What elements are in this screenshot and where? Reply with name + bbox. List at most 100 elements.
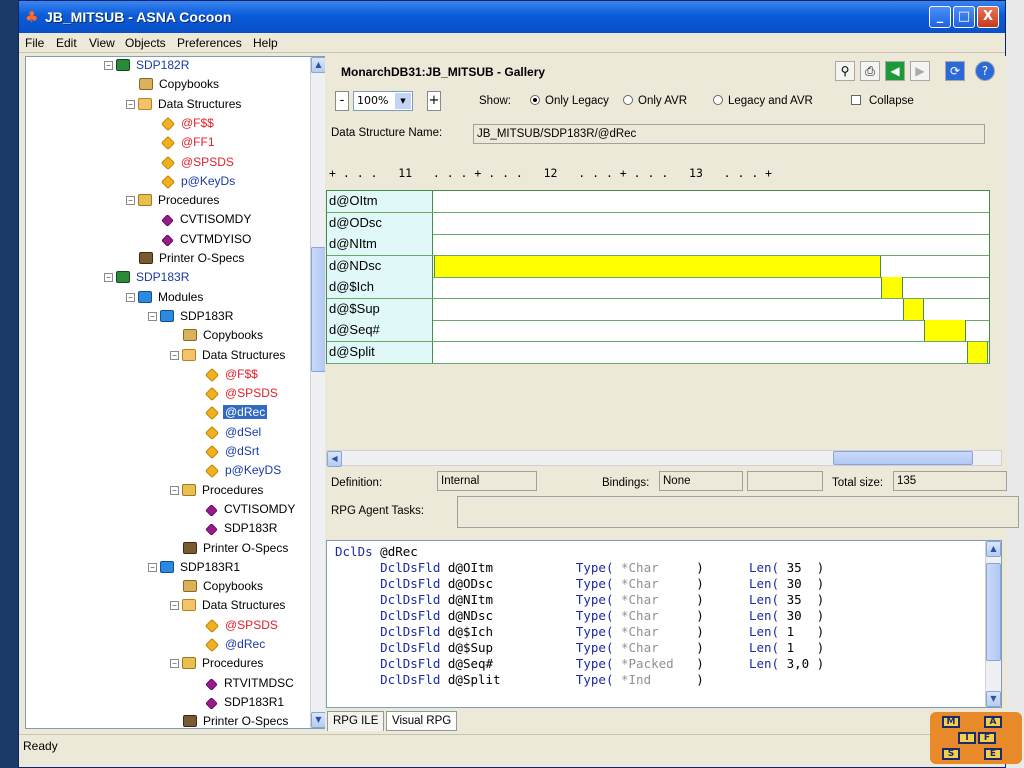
menu-file[interactable]: File [25, 36, 44, 50]
code-line[interactable]: DclDsFld d@Split Type( *Ind ) [335, 672, 704, 688]
zoom-in-button[interactable]: + [427, 91, 441, 111]
collapse-toggle-icon[interactable]: − [104, 273, 113, 283]
collapse-toggle-icon[interactable]: − [148, 562, 157, 572]
print-icon[interactable]: ⎙ [860, 61, 880, 81]
tree-node[interactable]: − SDP182R [104, 57, 191, 75]
scroll-down-icon[interactable]: ▼ [311, 712, 326, 728]
refresh-icon[interactable]: ⟳ [945, 61, 965, 81]
menu-edit[interactable]: Edit [56, 36, 77, 50]
radio-only-avr[interactable]: Only AVR [623, 95, 687, 107]
radio-legacy-and-avr[interactable]: Legacy and AVR [713, 95, 813, 107]
minimize-button[interactable]: _ [929, 6, 951, 28]
code-line[interactable]: DclDsFld d@$Ich Type( *Char ) Len( 1 ) [335, 624, 824, 640]
code-scrollbar[interactable]: ▲ ▼ [985, 541, 1001, 707]
collapse-toggle-icon[interactable]: − [104, 61, 113, 70]
field-row[interactable]: d@ODsc [327, 212, 989, 235]
tab-visual-rpg[interactable]: Visual RPG [386, 711, 458, 731]
tree-node[interactable]: Printer O-Specs [139, 249, 246, 268]
field-name-cell[interactable]: d@Split [327, 341, 433, 363]
field-row[interactable]: d@Split [327, 341, 989, 364]
scroll-up-icon[interactable]: ▲ [986, 541, 1001, 557]
code-line[interactable]: DclDsFld d@NItm Type( *Char ) Len( 35 ) [335, 592, 824, 608]
tree-node[interactable]: p@KeyDS [204, 461, 283, 480]
tree-node[interactable]: − Data Structures [170, 346, 287, 365]
menu-objects[interactable]: Objects [125, 36, 166, 50]
tree-node[interactable]: − SDP183R1 [148, 558, 242, 577]
collapse-checkbox[interactable]: Collapse [851, 95, 914, 107]
tree-node[interactable]: − Procedures [170, 654, 265, 673]
tab-rpg-ile[interactable]: RPG ILE [327, 711, 385, 731]
maximize-button[interactable]: □ [953, 6, 975, 28]
blank-field[interactable] [747, 471, 823, 491]
field-row[interactable]: d@NDsc [327, 255, 989, 278]
title-bar[interactable]: ♣ JB_MITSUB - ASNA Cocoon _ □ X [19, 1, 1005, 33]
tree-node[interactable]: − Procedures [170, 481, 265, 500]
code-scroll-thumb[interactable] [986, 563, 1001, 661]
forward-arrow-icon[interactable]: ▶ [910, 61, 930, 81]
radio-only-legacy[interactable]: Only Legacy [530, 95, 609, 107]
scroll-left-icon[interactable]: ◀ [327, 451, 342, 467]
tree-node[interactable]: @dRec [204, 635, 267, 654]
field-row[interactable]: d@Seq# [327, 320, 989, 342]
field-name-cell[interactable]: d@NDsc [327, 255, 433, 277]
gallery-hscroll-thumb[interactable] [833, 451, 973, 465]
menu-view[interactable]: View [89, 36, 115, 50]
radio-icon[interactable] [713, 95, 723, 105]
bindings-field[interactable]: None [659, 471, 743, 491]
collapse-toggle-icon[interactable]: − [126, 292, 135, 302]
tree-node[interactable]: − Procedures [126, 191, 221, 210]
tree-node[interactable]: @FF1 [160, 133, 217, 152]
field-name-cell[interactable]: d@NItm [327, 234, 433, 255]
zoom-select[interactable]: 100% ▼ [353, 91, 413, 111]
radio-icon[interactable] [530, 95, 540, 105]
code-line[interactable]: DclDsFld d@ODsc Type( *Char ) Len( 30 ) [335, 576, 824, 592]
tree-node[interactable]: @F$$ [160, 114, 216, 133]
close-button[interactable]: X [977, 6, 999, 28]
collapse-toggle-icon[interactable]: − [126, 196, 135, 206]
tree-node[interactable]: CVTMDYISO [161, 230, 253, 249]
tree-node[interactable]: Printer O-Specs [183, 539, 290, 558]
agent-tasks-field[interactable] [457, 496, 1019, 528]
field-name-cell[interactable]: d@Seq# [327, 320, 433, 341]
tree-node[interactable]: @F$$ [204, 365, 260, 384]
tree-node[interactable]: CVTISOMDY [205, 500, 297, 519]
tree-node[interactable]: @SPSDS [204, 384, 280, 403]
tree-node[interactable]: @dRec [204, 403, 268, 422]
tree-node[interactable]: Copybooks [139, 75, 221, 94]
field-name-cell[interactable]: d@OItm [327, 191, 433, 212]
collapse-toggle-icon[interactable]: − [126, 99, 135, 109]
tree-node[interactable]: − Data Structures [170, 596, 287, 615]
tree-node[interactable]: @SPSDS [204, 616, 280, 635]
field-name-cell[interactable]: d@ODsc [327, 212, 433, 234]
scroll-up-icon[interactable]: ▲ [311, 57, 326, 73]
zoom-out-button[interactable]: - [335, 91, 349, 111]
tree-node[interactable]: − SDP183R [148, 307, 235, 326]
menu-help[interactable]: Help [253, 36, 278, 50]
field-name-cell[interactable]: d@$Ich [327, 277, 433, 298]
checkbox-icon[interactable] [851, 95, 861, 105]
collapse-toggle-icon[interactable]: − [148, 311, 157, 321]
help-icon[interactable]: ? [975, 61, 995, 81]
total-size-field[interactable]: 135 [893, 471, 1007, 491]
tree-node[interactable]: − Data Structures [126, 95, 243, 114]
code-line[interactable]: DclDsFld d@OItm Type( *Char ) Len( 35 ) [335, 560, 824, 576]
tree-scrollbar[interactable]: ▲ ▼ [310, 57, 326, 728]
collapse-toggle-icon[interactable]: − [170, 350, 179, 360]
field-row[interactable]: d@$Ich [327, 277, 989, 299]
collapse-toggle-icon[interactable]: − [170, 601, 179, 611]
tree-node[interactable]: − Modules [126, 288, 205, 307]
code-line[interactable]: DclDs @dRec [335, 544, 418, 560]
field-name-cell[interactable]: d@$Sup [327, 298, 433, 320]
ds-name-field[interactable]: JB_MITSUB/SDP183R/@dRec [473, 124, 985, 144]
field-row[interactable]: d@OItm [327, 191, 989, 213]
collapse-toggle-icon[interactable]: − [170, 659, 179, 669]
tree-scroll-thumb[interactable] [311, 247, 326, 372]
menu-preferences[interactable]: Preferences [177, 36, 242, 50]
tree-node[interactable]: Copybooks [183, 326, 265, 345]
tree-node[interactable]: p@KeyDs [160, 172, 237, 191]
tree-node[interactable]: @SPSDS [160, 153, 236, 172]
code-editor[interactable]: DclDs @dRec DclDsFld d@OItm Type( *Char … [326, 540, 1002, 708]
code-line[interactable]: DclDsFld d@$Sup Type( *Char ) Len( 1 ) [335, 640, 824, 656]
binoculars-icon[interactable]: ⚲ [835, 61, 855, 81]
scroll-down-icon[interactable]: ▼ [986, 691, 1001, 707]
